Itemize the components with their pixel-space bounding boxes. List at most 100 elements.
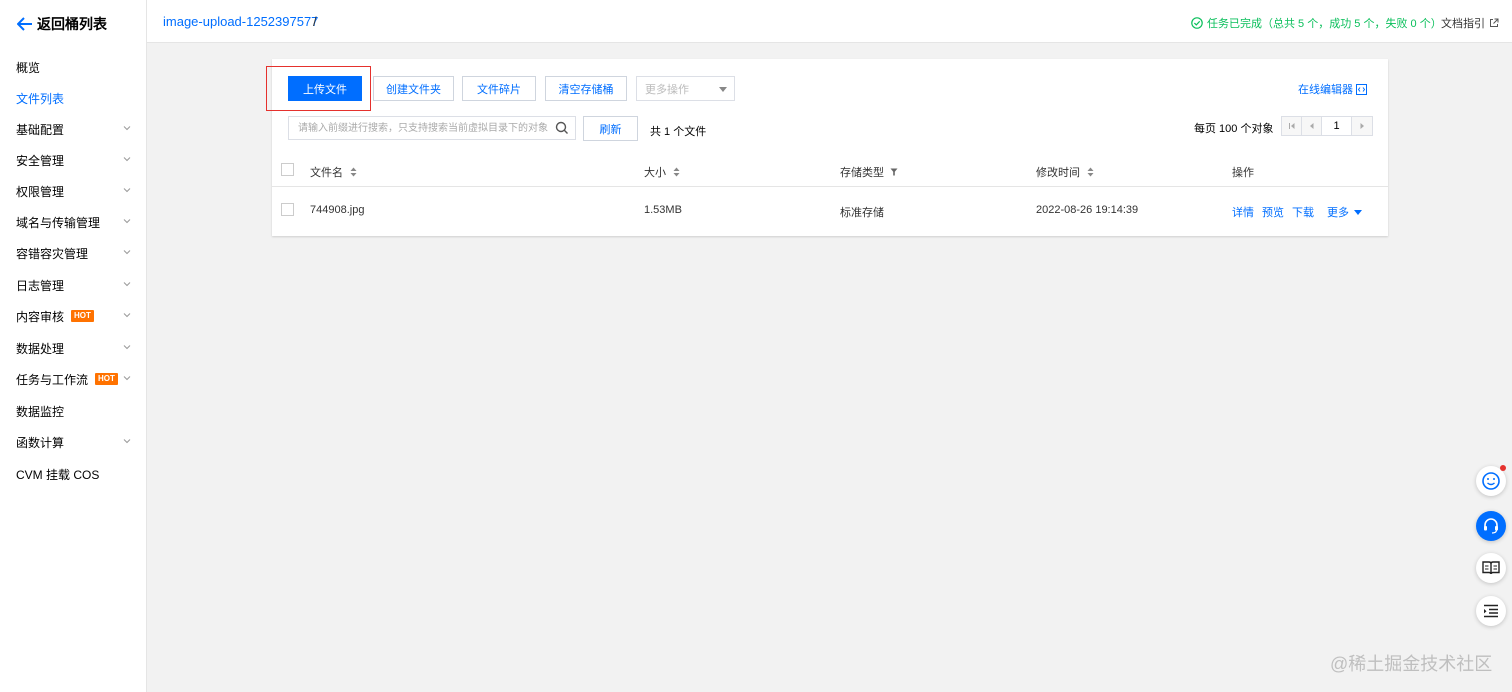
column-header-storage-type[interactable]: 存储类型 [840,164,898,180]
documentation-button[interactable] [1476,553,1506,583]
sidebar-item-label: 函数计算 [16,435,65,450]
sidebar-item-label: 内容审核 [16,309,65,324]
sort-icon [350,167,357,177]
upload-file-button[interactable]: 上传文件 [288,76,362,101]
chevron-down-icon [123,250,131,255]
customer-service-button[interactable] [1476,511,1506,541]
sidebar-item-label: 概览 [16,60,41,75]
outline-menu-button[interactable] [1476,596,1506,626]
sidebar-item-data-processing[interactable]: 数据处理 [0,337,146,359]
sidebar-item-permissions[interactable]: 权限管理 [0,180,146,202]
sort-icon [673,167,680,177]
file-size-cell: 1.53MB [644,204,682,216]
sort-icon [1087,167,1094,177]
watermark: @稀土掘金技术社区 [1330,654,1493,674]
sidebar-item-logs[interactable]: 日志管理 [0,274,146,296]
file-name-cell[interactable]: 744908.jpg [310,204,364,216]
headset-icon [1484,518,1498,534]
refresh-button[interactable]: 刷新 [583,116,638,141]
next-page-icon [1360,123,1364,129]
file-fragments-button[interactable]: 文件碎片 [462,76,536,101]
list-indent-icon [1484,604,1498,618]
online-editor-link[interactable]: 在线编辑器 [1298,81,1367,97]
column-header-modified-time[interactable]: 修改时间 [1036,164,1094,180]
back-label: 返回桶列表 [37,16,107,32]
clear-bucket-button[interactable]: 清空存储桶 [545,76,627,101]
sidebar-item-label: 权限管理 [16,184,65,199]
column-header-label: 文件名 [310,167,343,179]
sidebar-item-label: 基础配置 [16,122,65,137]
chevron-down-icon [123,313,131,318]
filter-icon [890,168,898,176]
search-icon[interactable] [555,121,569,135]
sidebar-item-label: 数据监控 [16,404,65,419]
preview-link[interactable]: 预览 [1262,204,1284,220]
column-header-label: 操作 [1232,167,1254,179]
sidebar-item-cvm-mount[interactable]: CVM 挂载 COS [0,463,146,485]
sidebar-item-function-compute[interactable]: 函数计算 [0,431,146,453]
first-page-button[interactable] [1282,117,1302,135]
arrow-left-icon [17,17,32,31]
sidebar-item-data-monitoring[interactable]: 数据监控 [0,400,146,422]
download-link[interactable]: 下载 [1292,204,1314,220]
sidebar-item-security[interactable]: 安全管理 [0,149,146,171]
sidebar-item-overview[interactable]: 概览 [0,56,146,78]
check-circle-icon [1191,17,1203,29]
file-count: 共 1 个文件 [650,126,707,138]
caret-down-icon [1354,210,1362,215]
top-bar: image-upload-1252397577 / 任务已完成（总共 5 个，成… [147,0,1512,43]
search-input[interactable] [289,117,549,139]
sidebar-item-label: 任务与工作流 [16,372,89,387]
chevron-down-icon [123,157,131,162]
hot-badge: HOT [71,310,94,322]
sidebar-item-label: 安全管理 [16,153,65,168]
sidebar-item-domain-transfer[interactable]: 域名与传输管理 [0,211,146,233]
per-page-label: 每页 100 个对象 [1194,123,1274,135]
doc-guide-link[interactable]: 文档指引 [1441,15,1499,31]
online-editor-label: 在线编辑器 [1298,84,1353,96]
details-link[interactable]: 详情 [1232,204,1254,220]
back-to-bucket-list-link[interactable]: 返回桶列表 [17,15,107,33]
more-actions-dropdown[interactable]: 更多 [1327,204,1362,220]
first-page-icon [1288,123,1294,129]
caret-down-icon [719,87,727,92]
book-icon [1482,561,1500,575]
create-folder-button[interactable]: 创建文件夹 [373,76,454,101]
breadcrumb-bucket-link[interactable]: image-upload-1252397577 [163,14,318,29]
file-list-panel: 上传文件 创建文件夹 文件碎片 清空存储桶 更多操作 在线编辑器 刷新 共 1 … [266,59,1388,236]
chevron-down-icon [123,188,131,193]
storage-type-cell: 标准存储 [840,207,884,219]
chevron-down-icon [123,376,131,381]
row-checkbox[interactable] [281,203,294,216]
doc-guide-label: 文档指引 [1441,18,1485,30]
sidebar-item-basic-config[interactable]: 基础配置 [0,118,146,140]
current-page[interactable]: 1 [1322,117,1352,135]
prev-page-icon [1309,123,1313,129]
pagination: 1 [1281,116,1373,136]
sidebar: 返回桶列表 概览 文件列表 基础配置 安全管理 权限管理 域名与传输管理 容错容… [0,0,147,692]
hot-badge: HOT [95,373,118,385]
select-all-checkbox[interactable] [281,163,294,176]
task-status[interactable]: 任务已完成（总共 5 个，成功 5 个，失败 0 个） [1191,15,1442,31]
column-header-name[interactable]: 文件名 [310,164,357,180]
chevron-down-icon [123,345,131,350]
sidebar-item-label: 文件列表 [16,91,65,106]
sidebar-item-label: 域名与传输管理 [16,215,101,230]
prev-page-button[interactable] [1302,117,1322,135]
code-editor-icon [1356,83,1367,95]
sidebar-item-fault-tolerance[interactable]: 容错容灾管理 [0,242,146,264]
sidebar-item-label: CVM 挂载 COS [16,467,100,482]
sidebar-item-label: 容错容灾管理 [16,246,89,261]
more-operations-select[interactable]: 更多操作 [636,76,735,101]
sidebar-item-tasks-workflow[interactable]: 任务与工作流 HOT [0,368,146,390]
column-header-size[interactable]: 大小 [644,164,680,180]
sidebar-item-file-list[interactable]: 文件列表 [0,87,146,109]
notification-dot [1500,465,1506,471]
table-row: 744908.jpg 1.53MB 标准存储 2022-08-26 19:14:… [272,188,1388,234]
breadcrumb-separator: / [313,14,317,29]
feedback-button[interactable] [1476,465,1506,496]
sidebar-item-content-review[interactable]: 内容审核 HOT [0,305,146,327]
next-page-button[interactable] [1352,117,1372,135]
more-operations-placeholder: 更多操作 [645,83,689,96]
column-header-label: 存储类型 [840,167,884,179]
